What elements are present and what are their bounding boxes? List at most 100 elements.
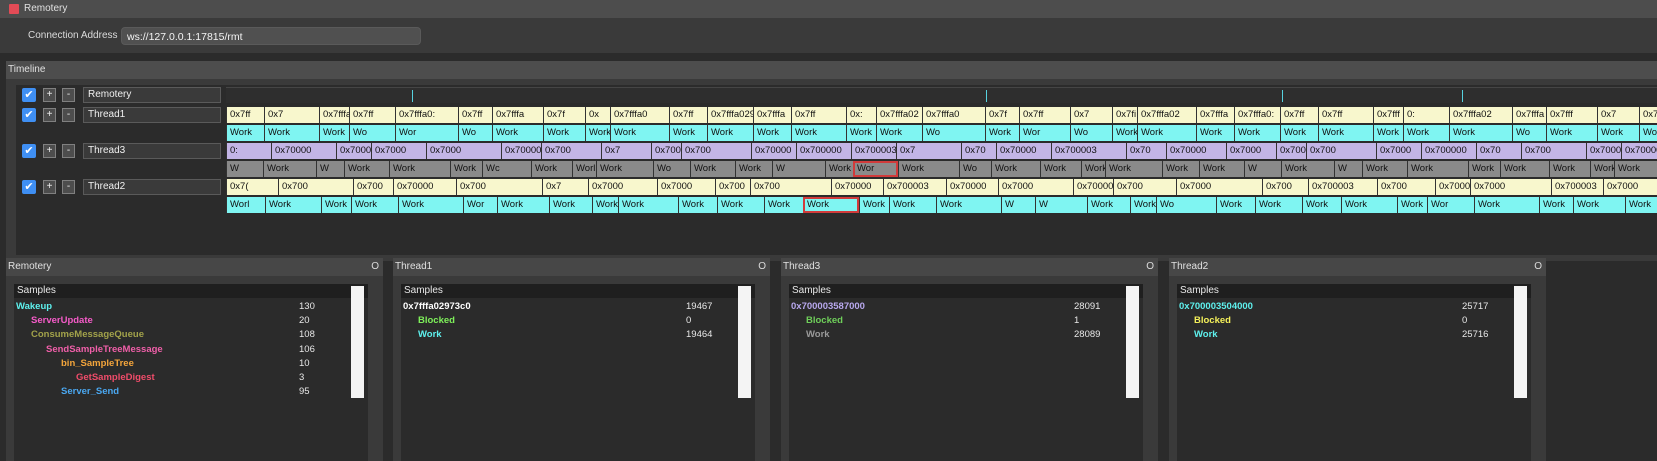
timeline-sample[interactable]: 0x700000	[796, 143, 851, 159]
timeline-sample[interactable]: Work	[263, 161, 316, 177]
timeline-sample[interactable]: 0x7ff	[1280, 107, 1318, 123]
timeline-sample[interactable]: Work	[1196, 125, 1234, 141]
collapse-button[interactable]: -	[62, 88, 75, 102]
timeline-sample[interactable]: 0x7fffa02	[1449, 107, 1512, 123]
timeline-sample[interactable]: 0:	[1403, 107, 1449, 123]
expand-button[interactable]: +	[43, 88, 56, 102]
timeline-sample[interactable]: Wo	[1070, 125, 1112, 141]
timeline-sample[interactable]: Work	[1614, 161, 1657, 177]
sample-row[interactable]: Blocked 0	[401, 314, 755, 328]
thread2-track[interactable]: 0x7(0x700 0x700 0x70000 0x700 0x7 0x7000 0x700…	[226, 179, 1657, 213]
timeline-sample[interactable]: 0x700	[353, 179, 393, 195]
thread3-track[interactable]: 0:0x700000x70000x70000x70000x7000030x700…	[226, 143, 1657, 177]
timeline-sample[interactable]: 0x700	[1113, 179, 1176, 195]
timeline-sample[interactable]: 0x7	[601, 143, 651, 159]
timeline-sample[interactable]: 0x70	[1476, 143, 1521, 159]
timeline-sample[interactable]: 0x70000	[393, 179, 456, 195]
timeline-sample[interactable]: Wo	[1512, 125, 1546, 141]
timeline-sample[interactable]: 0x7000	[1176, 179, 1262, 195]
timeline-sample[interactable]: 0x70000	[946, 179, 998, 195]
timeline-sample[interactable]: Work	[859, 197, 889, 213]
timeline-sample[interactable]: Work	[707, 125, 753, 141]
collapse-button[interactable]: -	[62, 180, 75, 194]
timeline-sample[interactable]: Work	[1130, 197, 1156, 213]
timeline-sample[interactable]: 0x7000	[371, 143, 426, 159]
timeline-sample[interactable]: 0x7000	[1226, 143, 1276, 159]
remotery-track[interactable]	[226, 87, 1657, 103]
row-checkbox[interactable]: ✔	[22, 88, 36, 102]
timeline-sample[interactable]: 0x7fffa0:	[1234, 107, 1280, 123]
timeline-sample[interactable]: 0x7000	[1376, 143, 1421, 159]
timeline-sample[interactable]: Work	[1549, 161, 1590, 177]
timeline-sample[interactable]: 0x7(	[226, 179, 278, 195]
timeline-sample[interactable]: Work	[1639, 125, 1657, 141]
sample-row[interactable]: Blocked 0	[1177, 314, 1531, 328]
timeline-sample[interactable]: Work	[1468, 161, 1500, 177]
timeline-sample[interactable]: 0x7fffa	[492, 107, 543, 123]
timeline-sample[interactable]: Work	[1318, 125, 1373, 141]
timeline-sample[interactable]: 0x700003	[1276, 143, 1306, 159]
timeline-sample[interactable]: Work	[1449, 125, 1512, 141]
panel-toggle-icon[interactable]: O	[371, 258, 379, 276]
timeline-sample[interactable]: Work	[1397, 197, 1427, 213]
timeline-sample[interactable]: Work	[351, 197, 398, 213]
collapse-button[interactable]: -	[62, 144, 75, 158]
timeline-sample[interactable]: Wor	[463, 197, 497, 213]
timeline-sample[interactable]: Work	[1137, 125, 1196, 141]
timeline-sample[interactable]: Work	[1362, 161, 1407, 177]
timeline-sample[interactable]: Work	[669, 125, 707, 141]
timeline-sample[interactable]: 0x7000	[1435, 179, 1470, 195]
timeline-sample[interactable]: 0:	[226, 143, 271, 159]
sample-row[interactable]: bin_SampleTree 10	[14, 357, 368, 371]
timeline-sample[interactable]: Work	[1234, 125, 1280, 141]
timeline-sample[interactable]: Work	[1373, 125, 1403, 141]
timeline-sample[interactable]: 0x7000	[1470, 179, 1551, 195]
timeline-sample[interactable]: Work	[1546, 125, 1597, 141]
timeline-sample[interactable]: Work	[889, 197, 936, 213]
timeline-sample[interactable]: Work	[1105, 161, 1162, 177]
timeline-sample[interactable]: 0x700003	[501, 143, 541, 159]
timeline-sample[interactable]: 0x700	[1521, 143, 1586, 159]
timeline-sample[interactable]: Work	[585, 125, 610, 141]
panel-toggle-icon[interactable]: O	[1534, 258, 1542, 276]
timeline-sample[interactable]: Wc	[482, 161, 531, 177]
timeline-sample[interactable]: 0x700003	[1308, 179, 1377, 195]
timeline-sample[interactable]: 0x7fffa	[753, 107, 791, 123]
timeline-sample[interactable]: 0x70000	[1166, 143, 1226, 159]
sample-row[interactable]: 0x700003587000 28091	[789, 300, 1143, 314]
timeline-sample[interactable]: Work	[1081, 161, 1105, 177]
timeline-sample[interactable]: 0x7fff	[1373, 107, 1403, 123]
timeline-sample[interactable]: 0x70000	[831, 179, 883, 195]
timeline-sample[interactable]: Wo	[922, 125, 985, 141]
expand-button[interactable]: +	[43, 108, 56, 122]
timeline-sample[interactable]: Work	[764, 197, 803, 213]
timeline-sample[interactable]: 0x700003	[1073, 179, 1113, 195]
timeline-sample[interactable]: 0x7	[542, 179, 588, 195]
timeline-sample[interactable]: Work	[492, 125, 543, 141]
timeline-sample[interactable]: Work	[991, 161, 1040, 177]
sample-row[interactable]: Blocked 1	[789, 314, 1143, 328]
timeline-sample[interactable]: Wo	[959, 161, 991, 177]
timeline-sample[interactable]: 0x7	[1070, 107, 1112, 123]
sample-row[interactable]: GetSampleDigest 3	[14, 371, 368, 385]
timeline-sample[interactable]: 0x7	[896, 143, 961, 159]
timeline-sample[interactable]: 0x7fi	[1112, 107, 1137, 123]
timeline-sample[interactable]: Wor	[395, 125, 458, 141]
timeline-sample[interactable]: 0x7ff	[1318, 107, 1373, 123]
timeline-sample[interactable]: Work	[264, 125, 319, 141]
timeline-sample[interactable]: Work	[1087, 197, 1130, 213]
timeline-sample[interactable]: 0x70000	[996, 143, 1051, 159]
timeline-sample[interactable]: 0x7fffa0:	[395, 107, 458, 123]
samples-tree[interactable]: Samples 0x700003587000 28091 Blocked 1 Work 28…	[789, 284, 1143, 461]
timeline-sample[interactable]: Work	[753, 125, 791, 141]
connection-address-input[interactable]: ws://127.0.0.1:17815/rmt	[121, 27, 421, 45]
timeline-sample[interactable]: Work	[717, 197, 764, 213]
timeline-sample[interactable]: Work	[531, 161, 572, 177]
sample-row[interactable]: Server_Send 95	[14, 385, 368, 399]
sample-row[interactable]: ServerUpdate 20	[14, 314, 368, 328]
timeline-sample[interactable]: Work	[398, 197, 463, 213]
timeline-sample[interactable]: 0x7000	[998, 179, 1073, 195]
timeline-sample[interactable]: Work	[1199, 161, 1244, 177]
timeline-sample[interactable]: 0x700003	[1621, 143, 1657, 159]
timeline-sample[interactable]: Work	[1403, 125, 1449, 141]
